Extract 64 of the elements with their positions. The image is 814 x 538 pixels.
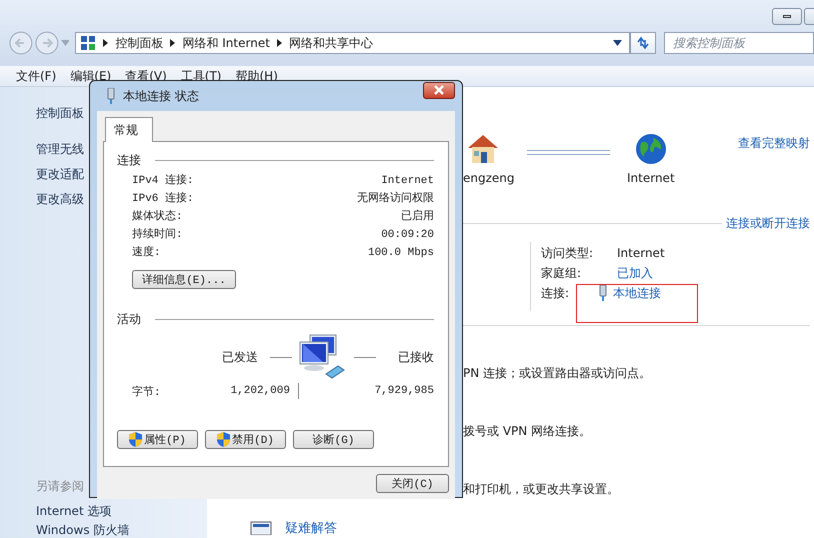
- field-label: IPv6 连接:: [132, 190, 194, 207]
- field-label: 媒体状态:: [132, 208, 183, 225]
- admin-button[interactable]: 禁用(D): [205, 430, 286, 449]
- troubleshoot-link[interactable]: 疑难解答: [285, 519, 337, 537]
- close-button[interactable]: [423, 82, 455, 98]
- address-bar[interactable]: 控制面板 网络和 Internet 网络和共享中心: [75, 32, 630, 54]
- control-panel-icon: [80, 35, 96, 51]
- breadcrumb[interactable]: 控制面板: [115, 34, 164, 52]
- info-label: 连接:: [541, 285, 570, 301]
- ethernet-plug-icon: [599, 285, 607, 301]
- description-text: PN 连接；或设置路由器或访问点。: [463, 365, 652, 382]
- shield-icon: [129, 432, 142, 447]
- homegroup-link[interactable]: 已加入: [617, 265, 653, 281]
- bytes-label: 字节:: [132, 384, 162, 398]
- field-label: 持续时间:: [132, 227, 183, 243]
- shield-icon: [217, 432, 230, 447]
- field-value: 00:09:20: [381, 228, 434, 243]
- section-heading: 活动: [117, 311, 141, 328]
- field-value: Internet: [381, 174, 434, 189]
- info-value: Internet: [617, 245, 665, 261]
- admin-button[interactable]: 属性(P): [117, 430, 198, 449]
- refresh-icon: [636, 36, 650, 50]
- house-icon: [466, 133, 500, 165]
- sidebar-link[interactable]: Windows 防火墙: [36, 522, 207, 538]
- field-label: IPv4 连接:: [132, 172, 194, 189]
- close-dialog-button[interactable]: 关闭(C): [376, 474, 449, 493]
- search-field[interactable]: 搜索控制面板: [664, 32, 814, 54]
- node-label: engzeng: [463, 171, 515, 185]
- ethernet-plug-icon: [107, 88, 115, 104]
- connection-link[interactable]: 本地连接: [613, 285, 661, 301]
- dropdown-icon[interactable]: [613, 40, 622, 46]
- field-value: 100.0 Mbps: [368, 246, 434, 261]
- sent-label: 已发送: [222, 350, 258, 366]
- breadcrumb[interactable]: 网络和共享中心: [288, 34, 373, 52]
- view-map-link[interactable]: 查看完整映射: [738, 135, 810, 152]
- info-label: 家庭组:: [541, 265, 582, 281]
- description-text: 和打印机，或更改共享设置。: [463, 481, 620, 498]
- node-label: Internet: [627, 171, 675, 185]
- globe-icon: [634, 133, 667, 165]
- sidebar-link[interactable]: Internet 选项: [36, 503, 207, 519]
- field-value: 已启用: [401, 208, 434, 225]
- menu-item[interactable]: 文件(F): [16, 68, 56, 84]
- details-button[interactable]: 详细信息(E)...: [132, 270, 236, 289]
- chevron-icon: [170, 39, 176, 47]
- minimize-button[interactable]: [772, 8, 802, 25]
- dialog-title: 本地连接 状态: [123, 88, 199, 104]
- chevron-icon: [103, 39, 108, 47]
- chevron-icon: [276, 39, 282, 47]
- info-label: 访问类型:: [541, 245, 594, 261]
- see-also-heading: 另请参阅: [36, 478, 85, 494]
- refresh-button[interactable]: [630, 32, 656, 54]
- section-heading: 连接: [117, 152, 141, 169]
- tab[interactable]: 常规: [105, 117, 153, 142]
- received-label: 已接收: [398, 350, 434, 366]
- connect-link[interactable]: 连接或断开连接: [726, 215, 810, 232]
- field-value: 无网络访问权限: [357, 190, 434, 207]
- received-bytes: 7,929,985: [374, 385, 434, 397]
- diagnose-button[interactable]: 诊断(G): [293, 430, 374, 449]
- close-icon: [433, 85, 445, 95]
- sent-bytes: 1,202,009: [230, 385, 290, 397]
- description-text: 拨号或 VPN 网络连接。: [463, 423, 592, 440]
- breadcrumb[interactable]: 网络和 Internet: [182, 34, 270, 52]
- troubleshoot-icon: [250, 521, 272, 535]
- field-label: 速度:: [132, 244, 161, 261]
